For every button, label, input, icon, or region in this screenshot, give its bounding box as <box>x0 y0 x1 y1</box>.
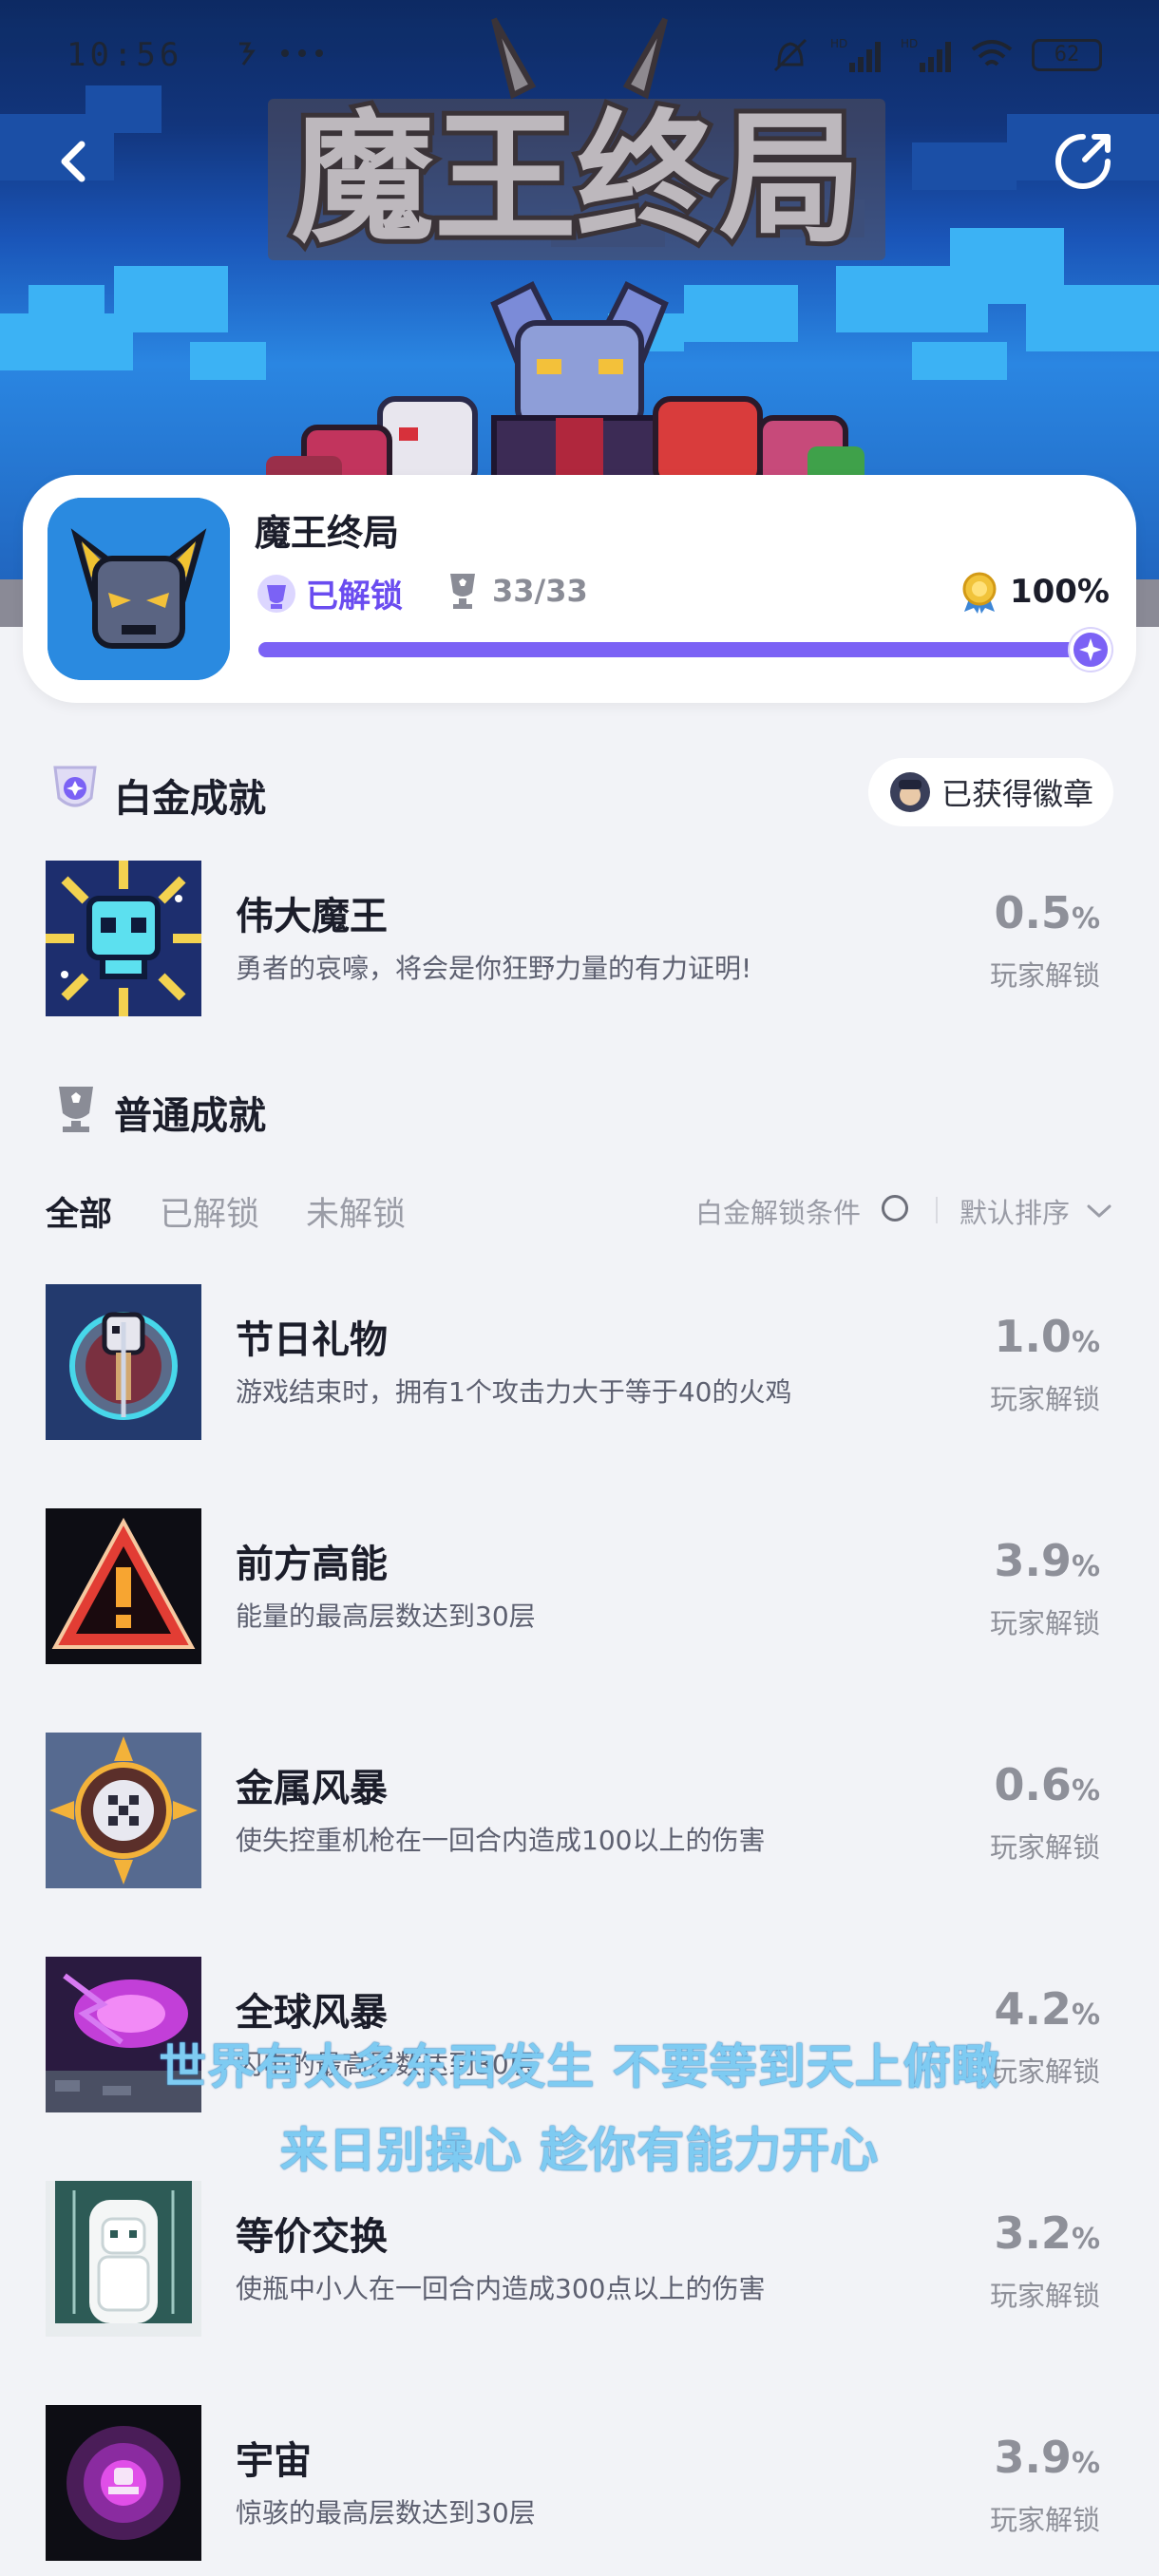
platinum-condition-label[interactable]: 白金解锁条件 <box>695 1191 861 1231</box>
achievement-row[interactable]: 宇宙 惊骇的最高层数达到30层 3.9% 玩家解锁 <box>0 2405 1159 2567</box>
achievement-percent: 3.2% <box>994 2207 1100 2259</box>
cosmos-icon <box>46 2405 201 2561</box>
turkey-icon <box>46 1284 201 1440</box>
share-button[interactable] <box>1045 123 1121 199</box>
signal-hd-icon-2: HD <box>901 37 951 72</box>
unlock-status: 已解锁 <box>306 578 403 616</box>
share-icon <box>1055 134 1111 189</box>
achievement-row[interactable]: 等价交换 使瓶中小人在一回合内造成300点以上的伤害 3.2% 玩家解锁 <box>0 2181 1159 2342</box>
achievement-unlock-label: 玩家解锁 <box>989 1607 1100 1639</box>
achievement-row[interactable]: 节日礼物 游戏结束时，拥有1个攻击力大于等于40的火鸡 1.0% 玩家解锁 <box>0 1284 1159 1446</box>
chevron-down-icon[interactable] <box>1085 1197 1113 1225</box>
achievement-unlock-label: 玩家解锁 <box>989 2280 1100 2312</box>
platinum-trophy-icon <box>257 574 295 613</box>
trophy-count: 33/33 <box>445 570 588 612</box>
skull-icon <box>46 861 201 1016</box>
trophy-count-text: 33/33 <box>492 573 588 609</box>
tab-locked[interactable]: 未解锁 <box>306 1187 406 1236</box>
svg-text:HD: HD <box>830 37 847 50</box>
lyric-line-1: 世界有太多东西发生 不要等到天上俯瞰 <box>159 2039 1000 2094</box>
gear-icon <box>46 1733 201 1888</box>
obtained-badge-button[interactable]: 已获得徽章 <box>868 758 1113 826</box>
progress-fill <box>258 629 1112 671</box>
achievement-percent: 3.9% <box>994 1535 1100 1586</box>
game-icon[interactable] <box>48 498 230 680</box>
achievement-row[interactable]: 金属风暴 使失控重机枪在一回合内造成100以上的伤害 0.6% 玩家解锁 <box>0 1733 1159 1894</box>
completion-percent: 100% <box>1009 573 1110 611</box>
achievement-unlock-label: 玩家解锁 <box>989 2504 1100 2536</box>
status-extras <box>236 32 340 79</box>
achievement-desc: 惊骇的最高层数达到30层 <box>236 2497 536 2529</box>
progress-star-icon <box>1070 629 1112 671</box>
unlock-stats: 已解锁 33/33 100% <box>255 570 1119 616</box>
mute-bell-icon <box>773 38 808 72</box>
progress-bar <box>258 629 1112 671</box>
status-time: 10:56 <box>66 36 183 74</box>
notification-icons <box>239 42 323 66</box>
achievement-name: 前方高能 <box>236 1543 388 1586</box>
sort-dropdown[interactable]: 默认排序 <box>960 1191 1070 1231</box>
signal-hd-icon: HD <box>830 37 881 72</box>
normal-section-trophy-icon <box>59 1087 93 1132</box>
achievement-name: 宇宙 <box>236 2439 312 2483</box>
achievement-percent: 3.9% <box>994 2432 1100 2483</box>
achievement-unlock-label: 玩家解锁 <box>989 1383 1100 1415</box>
game-summary-card: 魔王终局 已解锁 33/33 100% <box>23 475 1136 703</box>
platinum-condition-radio[interactable] <box>882 1195 908 1222</box>
achievement-percent: 4.2% <box>994 1983 1100 2035</box>
tab-all[interactable]: 全部 <box>46 1187 112 1236</box>
filter-divider <box>936 1197 938 1223</box>
achievement-desc: 勇者的哀嚎，将会是你狂野力量的有力证明! <box>236 953 752 984</box>
achievement-unlock-label: 玩家解锁 <box>989 1831 1100 1864</box>
achievement-name: 节日礼物 <box>236 1318 388 1362</box>
wifi-icon <box>971 40 1013 66</box>
achievement-name: 伟大魔王 <box>236 895 388 938</box>
bottle-icon <box>46 2181 201 2337</box>
chevron-left-icon <box>61 141 86 182</box>
avatar-badge-icon <box>889 772 930 812</box>
achievement-percent: 0.6% <box>994 1759 1100 1810</box>
trophy-icon <box>450 574 475 609</box>
normal-section-title: 普通成就 <box>114 1094 266 1138</box>
achievement-desc: 游戏结束时，拥有1个攻击力大于等于40的火鸡 <box>236 1376 792 1408</box>
demon-king-icon <box>48 498 230 680</box>
achievement-desc: 使瓶中小人在一回合内造成300点以上的伤害 <box>236 2273 766 2304</box>
achievement-desc: 使失控重机枪在一回合内造成100以上的伤害 <box>236 1825 766 1856</box>
platinum-section-title: 白金成就 <box>114 777 266 821</box>
achievement-name: 金属风暴 <box>236 1767 388 1810</box>
achievement-name: 等价交换 <box>236 2215 388 2259</box>
svg-text:HD: HD <box>901 37 918 50</box>
tab-unlocked[interactable]: 已解锁 <box>160 1187 259 1236</box>
back-button[interactable] <box>38 123 114 199</box>
platinum-achievement-row[interactable]: 伟大魔王 勇者的哀嚎，将会是你狂野力量的有力证明! 0.5% 玩家解锁 <box>0 861 1159 1022</box>
platinum-section-icon <box>53 766 97 807</box>
lyric-line-2: 来日别操心 趁你有能力开心 <box>279 2123 880 2178</box>
unlock-badge: 已解锁 <box>255 570 403 616</box>
badge-button-label: 已获得徽章 <box>940 776 1093 812</box>
game-title: 魔王终局 <box>255 512 400 554</box>
achievement-unlock-label: 玩家解锁 <box>989 959 1100 992</box>
achievement-row[interactable]: 前方高能 能量的最高层数达到30层 3.9% 玩家解锁 <box>0 1508 1159 1670</box>
achievement-percent: 1.0% <box>994 1311 1100 1362</box>
completion: 100% <box>959 570 1110 614</box>
achievement-desc: 能量的最高层数达到30层 <box>236 1601 536 1632</box>
filter-row: 全部 已解锁 未解锁 白金解锁条件 默认排序 <box>0 1187 1159 1244</box>
medal-icon <box>962 572 997 614</box>
warning-icon <box>46 1508 201 1664</box>
svg-text:魔王终局: 魔王终局 <box>292 97 862 262</box>
achievement-percent: 0.5% <box>994 887 1100 938</box>
status-bar: 10:56 HD HD 62 <box>0 27 1159 87</box>
battery-indicator: 62 <box>1032 39 1102 71</box>
